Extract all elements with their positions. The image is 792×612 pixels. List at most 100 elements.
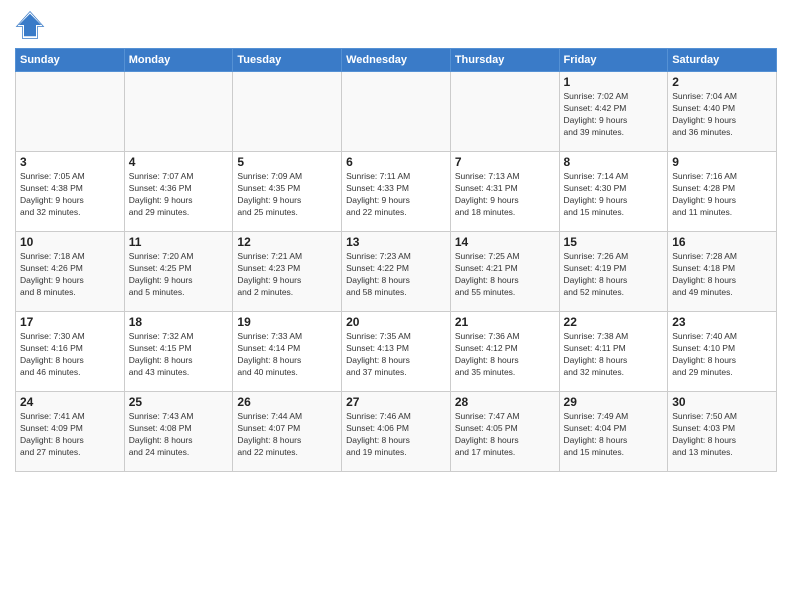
day-info: Sunrise: 7:05 AM Sunset: 4:38 PM Dayligh…	[20, 171, 120, 219]
day-info: Sunrise: 7:13 AM Sunset: 4:31 PM Dayligh…	[455, 171, 555, 219]
calendar-cell: 16 Sunrise: 7:28 AM Sunset: 4:18 PM Dayli…	[668, 232, 777, 312]
calendar-cell: 13 Sunrise: 7:23 AM Sunset: 4:22 PM Dayli…	[342, 232, 451, 312]
day-number: 14	[455, 235, 555, 249]
day-number: 25	[129, 395, 229, 409]
day-number: 9	[672, 155, 772, 169]
day-number: 12	[237, 235, 337, 249]
day-info: Sunrise: 7:18 AM Sunset: 4:26 PM Dayligh…	[20, 251, 120, 299]
day-info: Sunrise: 7:46 AM Sunset: 4:06 PM Dayligh…	[346, 411, 446, 459]
calendar-cell	[233, 72, 342, 152]
week-row-1: 1 Sunrise: 7:02 AM Sunset: 4:42 PM Daylig…	[16, 72, 777, 152]
day-number: 29	[564, 395, 664, 409]
day-number: 10	[20, 235, 120, 249]
calendar-cell: 17 Sunrise: 7:30 AM Sunset: 4:16 PM Dayli…	[16, 312, 125, 392]
day-info: Sunrise: 7:28 AM Sunset: 4:18 PM Dayligh…	[672, 251, 772, 299]
weekday-header-wednesday: Wednesday	[342, 49, 451, 72]
day-info: Sunrise: 7:49 AM Sunset: 4:04 PM Dayligh…	[564, 411, 664, 459]
day-number: 3	[20, 155, 120, 169]
day-info: Sunrise: 7:30 AM Sunset: 4:16 PM Dayligh…	[20, 331, 120, 379]
day-info: Sunrise: 7:44 AM Sunset: 4:07 PM Dayligh…	[237, 411, 337, 459]
day-info: Sunrise: 7:47 AM Sunset: 4:05 PM Dayligh…	[455, 411, 555, 459]
day-number: 27	[346, 395, 446, 409]
calendar-cell: 25 Sunrise: 7:43 AM Sunset: 4:08 PM Dayli…	[124, 392, 233, 472]
day-number: 2	[672, 75, 772, 89]
week-row-4: 17 Sunrise: 7:30 AM Sunset: 4:16 PM Dayli…	[16, 312, 777, 392]
calendar-cell: 3 Sunrise: 7:05 AM Sunset: 4:38 PM Daylig…	[16, 152, 125, 232]
weekday-header-row: SundayMondayTuesdayWednesdayThursdayFrid…	[16, 49, 777, 72]
calendar-cell: 23 Sunrise: 7:40 AM Sunset: 4:10 PM Dayli…	[668, 312, 777, 392]
day-number: 30	[672, 395, 772, 409]
day-info: Sunrise: 7:38 AM Sunset: 4:11 PM Dayligh…	[564, 331, 664, 379]
calendar-cell: 2 Sunrise: 7:04 AM Sunset: 4:40 PM Daylig…	[668, 72, 777, 152]
calendar-cell: 28 Sunrise: 7:47 AM Sunset: 4:05 PM Dayli…	[450, 392, 559, 472]
day-info: Sunrise: 7:43 AM Sunset: 4:08 PM Dayligh…	[129, 411, 229, 459]
calendar-cell	[16, 72, 125, 152]
week-row-3: 10 Sunrise: 7:18 AM Sunset: 4:26 PM Dayli…	[16, 232, 777, 312]
day-number: 1	[564, 75, 664, 89]
calendar-cell: 9 Sunrise: 7:16 AM Sunset: 4:28 PM Daylig…	[668, 152, 777, 232]
calendar-cell: 7 Sunrise: 7:13 AM Sunset: 4:31 PM Daylig…	[450, 152, 559, 232]
calendar-cell	[342, 72, 451, 152]
day-info: Sunrise: 7:16 AM Sunset: 4:28 PM Dayligh…	[672, 171, 772, 219]
day-info: Sunrise: 7:09 AM Sunset: 4:35 PM Dayligh…	[237, 171, 337, 219]
day-number: 19	[237, 315, 337, 329]
weekday-header-tuesday: Tuesday	[233, 49, 342, 72]
day-info: Sunrise: 7:23 AM Sunset: 4:22 PM Dayligh…	[346, 251, 446, 299]
day-number: 23	[672, 315, 772, 329]
logo	[15, 10, 49, 40]
weekday-header-saturday: Saturday	[668, 49, 777, 72]
day-info: Sunrise: 7:40 AM Sunset: 4:10 PM Dayligh…	[672, 331, 772, 379]
week-row-5: 24 Sunrise: 7:41 AM Sunset: 4:09 PM Dayli…	[16, 392, 777, 472]
calendar-cell	[450, 72, 559, 152]
weekday-header-monday: Monday	[124, 49, 233, 72]
day-info: Sunrise: 7:50 AM Sunset: 4:03 PM Dayligh…	[672, 411, 772, 459]
weekday-header-thursday: Thursday	[450, 49, 559, 72]
day-number: 28	[455, 395, 555, 409]
day-info: Sunrise: 7:26 AM Sunset: 4:19 PM Dayligh…	[564, 251, 664, 299]
day-number: 17	[20, 315, 120, 329]
calendar-cell: 22Sunrise: 7:38 AM Sunset: 4:11 PM Dayli…	[559, 312, 668, 392]
weekday-header-friday: Friday	[559, 49, 668, 72]
calendar-cell: 5 Sunrise: 7:09 AM Sunset: 4:35 PM Daylig…	[233, 152, 342, 232]
calendar-cell	[124, 72, 233, 152]
week-row-2: 3 Sunrise: 7:05 AM Sunset: 4:38 PM Daylig…	[16, 152, 777, 232]
calendar-cell: 11Sunrise: 7:20 AM Sunset: 4:25 PM Dayli…	[124, 232, 233, 312]
calendar-cell: 29 Sunrise: 7:49 AM Sunset: 4:04 PM Dayli…	[559, 392, 668, 472]
day-info: Sunrise: 7:35 AM Sunset: 4:13 PM Dayligh…	[346, 331, 446, 379]
calendar-cell: 21 Sunrise: 7:36 AM Sunset: 4:12 PM Dayli…	[450, 312, 559, 392]
calendar-cell: 30 Sunrise: 7:50 AM Sunset: 4:03 PM Dayli…	[668, 392, 777, 472]
calendar-cell: 18 Sunrise: 7:32 AM Sunset: 4:15 PM Dayli…	[124, 312, 233, 392]
day-info: Sunrise: 7:07 AM Sunset: 4:36 PM Dayligh…	[129, 171, 229, 219]
day-number: 18	[129, 315, 229, 329]
calendar-cell: 8 Sunrise: 7:14 AM Sunset: 4:30 PM Daylig…	[559, 152, 668, 232]
calendar-cell: 27 Sunrise: 7:46 AM Sunset: 4:06 PM Dayli…	[342, 392, 451, 472]
calendar: SundayMondayTuesdayWednesdayThursdayFrid…	[15, 48, 777, 472]
day-number: 26	[237, 395, 337, 409]
logo-icon	[15, 10, 45, 40]
day-info: Sunrise: 7:36 AM Sunset: 4:12 PM Dayligh…	[455, 331, 555, 379]
day-number: 21	[455, 315, 555, 329]
day-info: Sunrise: 7:14 AM Sunset: 4:30 PM Dayligh…	[564, 171, 664, 219]
day-info: Sunrise: 7:21 AM Sunset: 4:23 PM Dayligh…	[237, 251, 337, 299]
day-info: Sunrise: 7:02 AM Sunset: 4:42 PM Dayligh…	[564, 91, 664, 139]
day-info: Sunrise: 7:33 AM Sunset: 4:14 PM Dayligh…	[237, 331, 337, 379]
calendar-cell: 19 Sunrise: 7:33 AM Sunset: 4:14 PM Dayli…	[233, 312, 342, 392]
day-info: Sunrise: 7:32 AM Sunset: 4:15 PM Dayligh…	[129, 331, 229, 379]
day-number: 4	[129, 155, 229, 169]
calendar-cell: 24 Sunrise: 7:41 AM Sunset: 4:09 PM Dayli…	[16, 392, 125, 472]
calendar-cell: 20Sunrise: 7:35 AM Sunset: 4:13 PM Dayli…	[342, 312, 451, 392]
day-number: 6	[346, 155, 446, 169]
day-number: 7	[455, 155, 555, 169]
day-number: 5	[237, 155, 337, 169]
day-number: 8	[564, 155, 664, 169]
header	[15, 10, 777, 40]
calendar-cell: 15Sunrise: 7:26 AM Sunset: 4:19 PM Dayli…	[559, 232, 668, 312]
day-info: Sunrise: 7:11 AM Sunset: 4:33 PM Dayligh…	[346, 171, 446, 219]
calendar-cell: 26 Sunrise: 7:44 AM Sunset: 4:07 PM Dayli…	[233, 392, 342, 472]
day-info: Sunrise: 7:04 AM Sunset: 4:40 PM Dayligh…	[672, 91, 772, 139]
calendar-cell: 12 Sunrise: 7:21 AM Sunset: 4:23 PM Dayli…	[233, 232, 342, 312]
day-number: 16	[672, 235, 772, 249]
day-number: 13	[346, 235, 446, 249]
day-number: 24	[20, 395, 120, 409]
day-info: Sunrise: 7:41 AM Sunset: 4:09 PM Dayligh…	[20, 411, 120, 459]
